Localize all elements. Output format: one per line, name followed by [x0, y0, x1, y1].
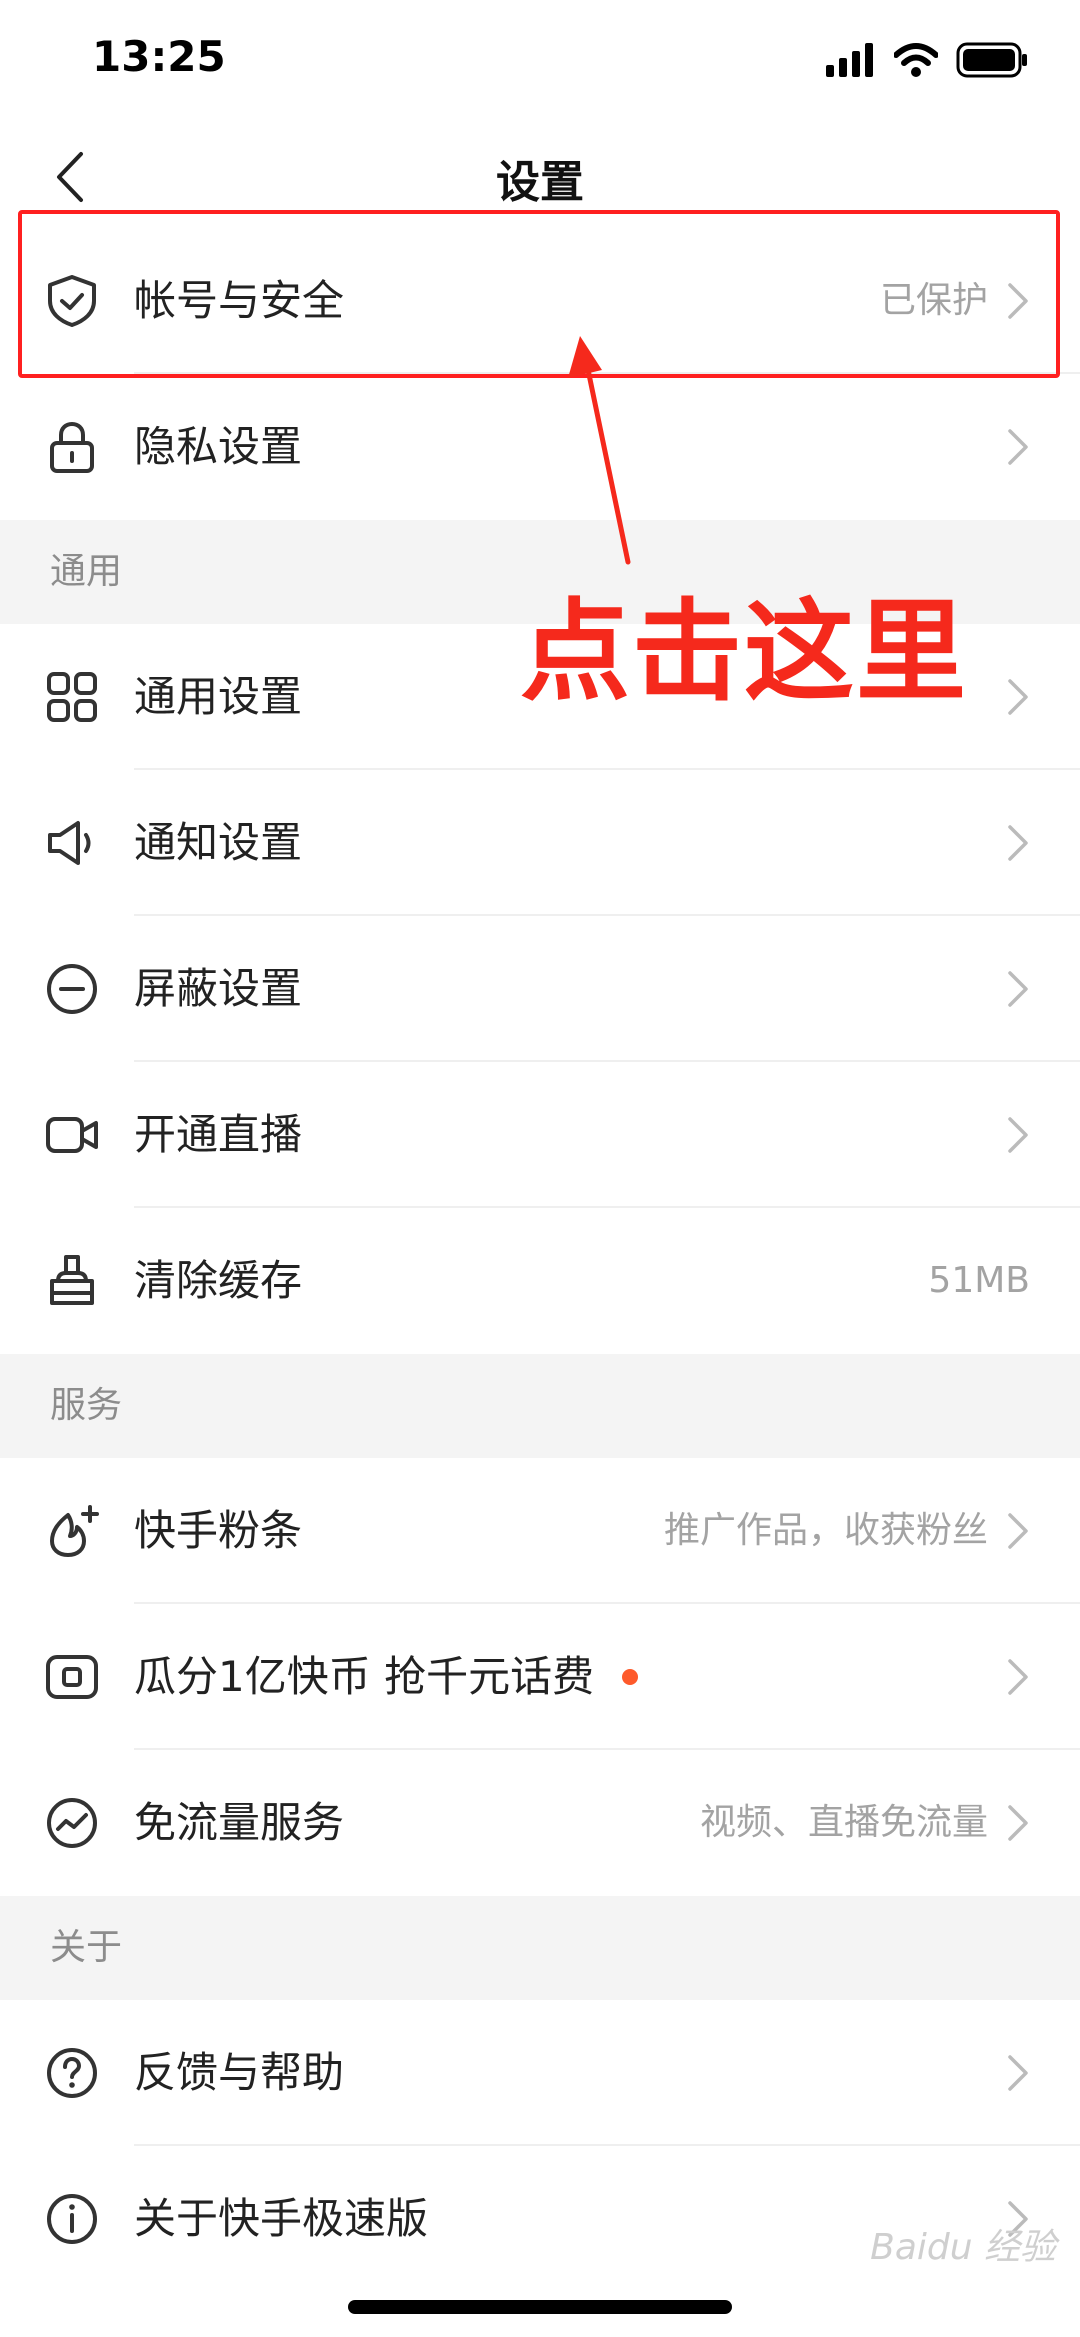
row-label: 隐私设置	[134, 422, 303, 471]
chevron-right-icon	[1008, 679, 1028, 715]
chevron-right-icon	[1008, 971, 1028, 1007]
wifi-icon	[894, 43, 938, 77]
row-label: 快手粉条	[134, 1506, 303, 1555]
section-title: 通用	[50, 551, 123, 592]
row-start-live[interactable]: 开通直播	[0, 1062, 1080, 1208]
row-free-data-service[interactable]: 免流量服务 视频、直播免流量	[0, 1750, 1080, 1896]
chevron-right-icon	[1008, 1513, 1028, 1549]
chevron-right-icon	[1008, 429, 1028, 465]
row-label: 反馈与帮助	[134, 2048, 345, 2097]
speaker-icon	[48, 821, 91, 865]
chevron-right-icon	[1008, 1117, 1028, 1153]
row-label: 关于快手极速版	[134, 2194, 429, 2243]
flame-plus-icon	[50, 1505, 99, 1557]
section-header-services: 服务	[0, 1354, 1080, 1458]
highlight-box	[18, 210, 1060, 378]
row-label: 清除缓存	[134, 1256, 303, 1305]
chevron-right-icon	[1008, 2055, 1028, 2091]
new-badge-dot	[622, 1669, 638, 1685]
brush-icon	[50, 1255, 94, 1305]
status-time: 13:25	[92, 32, 226, 81]
row-value: 推广作品，收获粉丝	[663, 1510, 988, 1551]
watermark: Baidu 经验	[870, 2227, 1056, 2268]
section-title: 服务	[50, 1385, 123, 1426]
section-title: 关于	[50, 1927, 123, 1968]
info-circle-icon	[47, 2194, 97, 2244]
lock-icon	[50, 421, 94, 473]
question-circle-icon	[47, 2048, 97, 2098]
video-camera-icon	[46, 1117, 98, 1153]
row-label: 免流量服务	[134, 1798, 345, 1847]
grid-icon	[47, 672, 97, 722]
minus-circle-icon	[47, 964, 97, 1014]
row-value: 51MB	[928, 1260, 1030, 1301]
row-label: 瓜分1亿快币 抢千元话费	[134, 1652, 595, 1701]
row-privacy[interactable]: 隐私设置	[0, 374, 1080, 520]
page-title: 设置	[496, 157, 584, 208]
annotation-text: 点击这里	[520, 588, 968, 716]
row-label: 通用设置	[134, 672, 303, 721]
row-fans-promotion[interactable]: 快手粉条 推广作品，收获粉丝	[0, 1458, 1080, 1604]
section-header-about: 关于	[0, 1896, 1080, 2000]
row-label: 屏蔽设置	[134, 964, 303, 1013]
row-block-settings[interactable]: 屏蔽设置	[0, 916, 1080, 1062]
annotation-arrow	[568, 336, 631, 565]
home-indicator[interactable]	[348, 2300, 732, 2314]
chevron-right-icon	[1008, 1805, 1028, 1841]
wave-circle-icon	[47, 1798, 97, 1848]
battery-icon	[956, 42, 1027, 78]
row-feedback-help[interactable]: 反馈与帮助	[0, 2000, 1080, 2146]
settings-list: 帐号与安全 已保护 隐私设置 通用 通用设置 通知设置 屏蔽设置 开通直播 清除…	[0, 228, 1080, 2292]
status-icons	[826, 40, 1028, 80]
row-label: 通知设置	[134, 818, 303, 867]
status-bar: 13:25	[0, 0, 1080, 120]
signal-icon	[826, 43, 873, 77]
row-clear-cache[interactable]: 清除缓存 51MB	[0, 1208, 1080, 1354]
chevron-right-icon	[1008, 1659, 1028, 1695]
row-coin-campaign[interactable]: 瓜分1亿快币 抢千元话费	[0, 1604, 1080, 1750]
coin-box-icon	[46, 1655, 98, 1699]
chevron-right-icon	[1008, 825, 1028, 861]
row-label: 开通直播	[134, 1110, 303, 1159]
row-value: 视频、直播免流量	[699, 1802, 988, 1843]
row-notification-settings[interactable]: 通知设置	[0, 770, 1080, 916]
